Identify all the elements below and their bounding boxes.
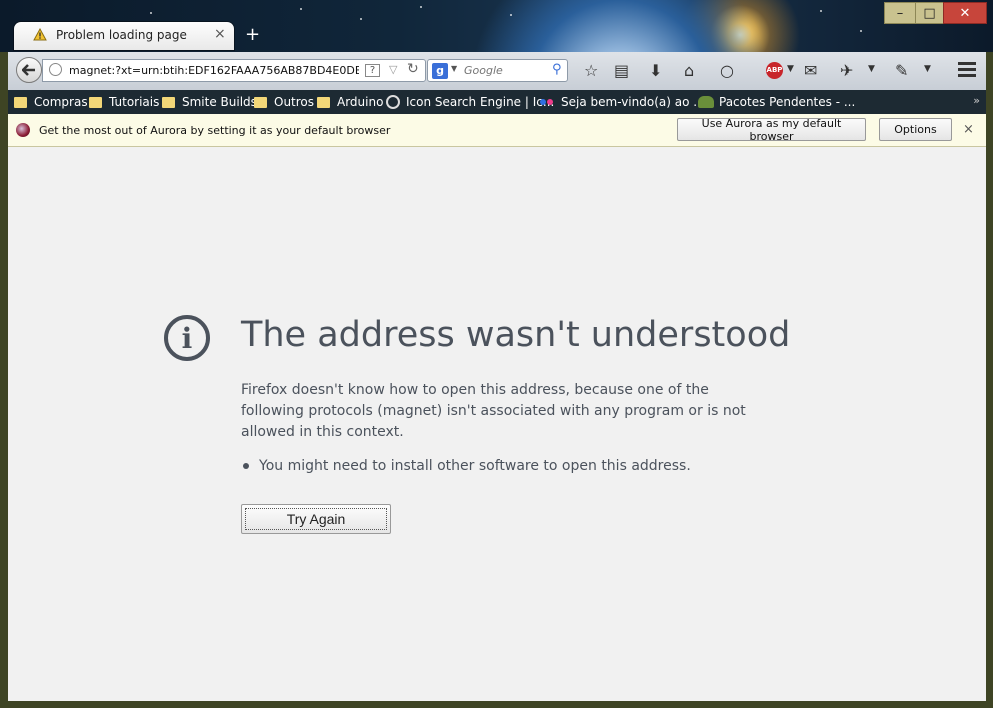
notification-message: Get the most out of Aurora by setting it… [39, 124, 391, 137]
bookmark-label: Tutoriais [109, 95, 160, 109]
url-bar[interactable]: magnet:?xt=urn:btih:EDF162FAAA756AB87BD4… [42, 59, 426, 82]
bookmark-seja-bem-vindo[interactable]: Seja bem-vindo(a) ao ... [540, 95, 705, 109]
try-again-label: Try Again [245, 508, 387, 530]
new-tab-button[interactable]: + [245, 24, 260, 45]
tools-icon[interactable]: ✎ [895, 61, 908, 80]
bookmark-icon-search-engine[interactable]: Icon Search Engine | Ic... [386, 95, 554, 109]
notification-close-icon[interactable]: × [963, 122, 974, 137]
default-browser-notification: Get the most out of Aurora by setting it… [8, 114, 986, 147]
back-arrow-icon [22, 64, 35, 76]
star-decoration [510, 14, 512, 16]
bookmark-folder-outros[interactable]: Outros [254, 95, 314, 109]
error-suggestion: You might need to install other software… [241, 458, 691, 474]
bookmark-folder-tutoriais[interactable]: Tutoriais [89, 95, 159, 109]
folder-icon [14, 96, 27, 108]
mail-icon[interactable]: ✉ [804, 61, 817, 80]
bookmark-label: Arduino [337, 95, 384, 109]
url-text[interactable]: magnet:?xt=urn:btih:EDF162FAAA756AB87BD4… [69, 64, 359, 77]
search-icon[interactable]: ⚲ [552, 62, 562, 77]
reload-icon[interactable]: ↻ [407, 61, 419, 77]
bookmark-folder-arduino[interactable]: Arduino [317, 95, 383, 109]
browser-window: – □ ✕ Problem loading page × + magnet:?x… [0, 0, 993, 708]
bookmarks-overflow-icon[interactable]: » [973, 94, 980, 107]
bookmark-label: Icon Search Engine | Ic... [406, 95, 555, 109]
chat-icon[interactable]: ○ [720, 61, 734, 80]
close-window-button[interactable]: ✕ [943, 2, 987, 24]
google-icon[interactable]: g [432, 63, 448, 79]
bullet-icon [243, 463, 249, 469]
star-decoration [820, 10, 822, 12]
addon-dropdown-icon[interactable]: ▼ [868, 64, 875, 74]
options-button[interactable]: Options [879, 118, 952, 141]
window-border [8, 701, 986, 708]
bookmark-label: Pacotes Pendentes - ... [719, 95, 856, 109]
flickr-icon [540, 99, 553, 105]
error-title: The address wasn't understood [241, 315, 791, 355]
bookmarks-toolbar: Compras Tutoriais Smite Builds Outros Ar… [8, 90, 986, 114]
tools-dropdown-icon[interactable]: ▼ [924, 64, 931, 74]
use-default-browser-button[interactable]: Use Aurora as my default browser [677, 117, 866, 143]
error-page: i The address wasn't understood Firefox … [8, 147, 986, 701]
bookmark-star-icon[interactable]: ☆ [584, 61, 598, 80]
tab-title: Problem loading page [56, 28, 187, 42]
try-again-button[interactable]: Try Again [241, 504, 391, 534]
bookmarks-list-icon[interactable]: ▤ [614, 61, 629, 80]
downloads-icon[interactable]: ⬇ [649, 61, 662, 80]
star-decoration [360, 18, 362, 20]
bookmark-folder-compras[interactable]: Compras [14, 95, 88, 109]
dropdown-arrow-icon[interactable]: ▽ [389, 63, 397, 76]
star-decoration [420, 6, 422, 8]
adblock-icon[interactable]: ABP [766, 62, 783, 79]
minimize-button[interactable]: – [884, 2, 916, 24]
bookmark-folder-smite-builds[interactable]: Smite Builds [162, 95, 257, 109]
aurora-logo-icon [16, 123, 30, 137]
info-icon: i [164, 315, 210, 361]
folder-icon [162, 96, 175, 108]
search-box[interactable]: g ▼ ⚲ [427, 59, 568, 82]
search-input[interactable] [462, 63, 546, 78]
home-icon[interactable]: ⌂ [684, 61, 694, 80]
star-decoration [300, 8, 302, 10]
turtle-icon [698, 96, 714, 108]
warning-icon [33, 27, 47, 44]
back-button[interactable] [16, 57, 42, 83]
site-identity-icon[interactable] [49, 63, 62, 76]
folder-icon [89, 96, 102, 108]
folder-icon [254, 96, 267, 108]
addon-icon[interactable]: ✈ [840, 61, 853, 80]
bookmark-pacotes-pendentes[interactable]: Pacotes Pendentes - ... [698, 95, 855, 109]
tab-close-icon[interactable]: × [214, 26, 226, 42]
folder-icon [317, 96, 330, 108]
bookmark-label: Outros [274, 95, 315, 109]
bookmark-label: Compras [34, 95, 88, 109]
tab-problem-loading[interactable]: Problem loading page × [14, 22, 234, 50]
maximize-button[interactable]: □ [915, 2, 944, 24]
unknown-protocol-icon: ? [365, 64, 380, 77]
star-decoration [150, 12, 152, 14]
navigation-toolbar: magnet:?xt=urn:btih:EDF162FAAA756AB87BD4… [8, 52, 986, 91]
star-decoration [860, 30, 862, 32]
menu-icon[interactable] [958, 62, 976, 80]
error-description: Firefox doesn't know how to open this ad… [241, 382, 746, 440]
search-engine-dropdown-icon[interactable]: ▼ [451, 64, 457, 73]
adblock-dropdown-icon[interactable]: ▼ [787, 64, 794, 74]
iconfinder-icon [386, 95, 400, 109]
bookmark-label: Smite Builds [182, 95, 257, 109]
suggestion-text: You might need to install other software… [259, 458, 691, 474]
bookmark-label: Seja bem-vindo(a) ao ... [561, 95, 705, 109]
